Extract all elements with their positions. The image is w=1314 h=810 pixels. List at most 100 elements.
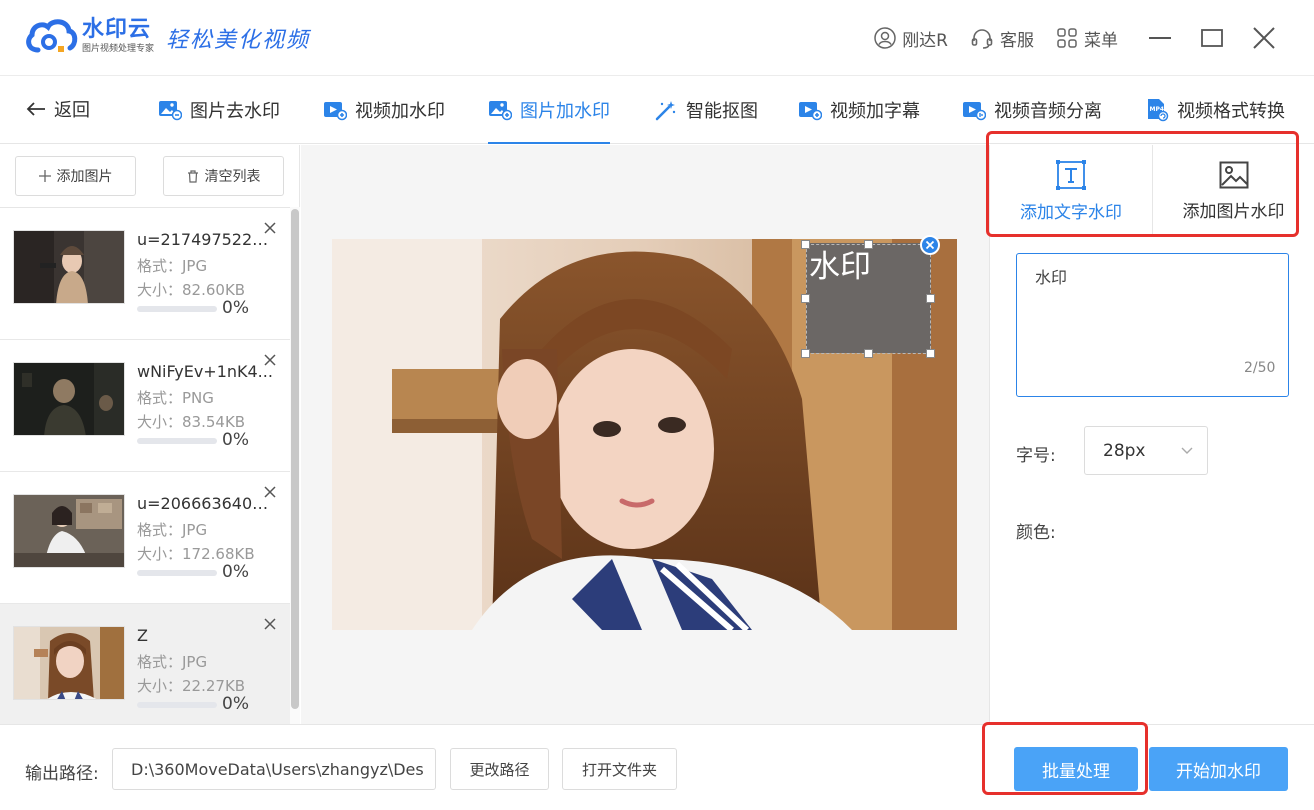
resize-handle[interactable] <box>801 240 810 249</box>
open-folder-button[interactable]: 打开文件夹 <box>562 748 677 790</box>
tab-label: 图片加水印 <box>520 101 610 122</box>
start-watermark-button[interactable]: 开始加水印 <box>1149 747 1288 791</box>
remove-file-icon[interactable] <box>262 352 278 368</box>
mp4-convert-icon: MP4 <box>1148 99 1169 122</box>
user-name: 刚达R <box>902 30 948 51</box>
output-path-field[interactable]: D:\360MoveData\Users\zhangyz\Des <box>112 748 436 790</box>
watermark-settings-panel: 添加文字水印 添加图片水印 水印 2/50 字号: 28px 颜色: <box>989 145 1314 724</box>
tab-video-format-convert[interactable]: MP4 视频格式转换 <box>1145 76 1285 144</box>
remove-file-icon[interactable] <box>262 484 278 500</box>
resize-handle[interactable] <box>926 294 935 303</box>
remove-file-icon[interactable] <box>262 616 278 632</box>
file-list-panel: 添加图片 清空列表 u=2174975220,... 格式：JPG 大小：82.… <box>0 145 300 724</box>
watermark-selection-box[interactable]: 水印 <box>806 244 931 354</box>
maximize-button[interactable] <box>1192 18 1232 58</box>
file-progress-bar <box>137 702 217 708</box>
customer-service-button[interactable]: 客服 <box>970 26 1034 51</box>
tab-image-add-watermark[interactable]: 图片加水印 <box>488 76 610 144</box>
tab-label: 添加图片水印 <box>1182 201 1285 222</box>
app-logo: 水印云 图片视频处理专家 <box>24 16 154 56</box>
file-list-item[interactable]: u=2066636407,... 格式：JPG 大小：172.68KB 0% <box>0 472 290 604</box>
menu-button[interactable]: 菜单 <box>1056 26 1118 51</box>
file-list-item[interactable]: wNiFyEv+1nK4... 格式：PNG 大小：83.54KB 0% <box>0 340 290 472</box>
file-thumbnail <box>13 494 125 568</box>
file-progress-label: 0% <box>222 694 249 714</box>
file-list-item[interactable]: u=2174975220,... 格式：JPG 大小：82.60KB 0% <box>0 208 290 340</box>
tab-video-audio-separate[interactable]: 视频音频分离 <box>962 76 1102 144</box>
preview-canvas: 水印 <box>301 145 989 724</box>
file-name: wNiFyEv+1nK4... <box>137 362 273 381</box>
magic-wand-icon <box>655 101 676 121</box>
tab-label: 视频加水印 <box>355 101 445 122</box>
color-label: 颜色: <box>1016 523 1056 543</box>
close-icon <box>925 240 935 250</box>
file-thumbnail <box>13 230 125 304</box>
file-format: 格式：JPG <box>137 257 208 275</box>
minimize-button[interactable] <box>1140 18 1180 58</box>
close-icon <box>1253 27 1275 49</box>
watermark-type-tabs: 添加文字水印 添加图片水印 <box>990 145 1314 237</box>
file-format: 格式：PNG <box>137 389 214 407</box>
cloud-logo-icon <box>26 19 78 53</box>
change-path-button[interactable]: 更改路径 <box>450 748 549 790</box>
grid-icon <box>1057 28 1077 48</box>
footer-bar: 输出路径: D:\360MoveData\Users\zhangyz\Des 更… <box>0 724 1314 810</box>
customer-service-label: 客服 <box>1000 30 1034 51</box>
file-name: Z <box>137 626 148 645</box>
resize-handle[interactable] <box>801 349 810 358</box>
tab-label: 添加文字水印 <box>1020 202 1122 223</box>
app-slogan: 轻松美化视频 <box>166 28 311 53</box>
resize-handle[interactable] <box>864 240 873 249</box>
add-image-button[interactable]: 添加图片 <box>15 156 136 196</box>
chevron-down-icon <box>1181 447 1193 454</box>
app-name: 水印云 <box>82 16 152 42</box>
file-list-scrollbar[interactable] <box>290 207 300 724</box>
video-subtitle-icon <box>799 102 822 121</box>
file-name: u=2174975220,... <box>137 230 277 249</box>
plus-icon <box>38 170 51 182</box>
maximize-icon <box>1201 29 1223 47</box>
user-account-button[interactable]: 刚达R <box>874 26 948 51</box>
arrow-left-icon <box>26 102 45 116</box>
resize-handle[interactable] <box>801 294 810 303</box>
tab-label: 视频音频分离 <box>994 101 1102 122</box>
file-size: 大小：83.54KB <box>137 413 246 431</box>
minimize-icon <box>1149 37 1171 39</box>
back-button[interactable]: 返回 <box>26 96 90 122</box>
tab-add-text-watermark[interactable]: 添加文字水印 <box>990 145 1152 237</box>
font-size-select[interactable]: 28px <box>1084 426 1208 475</box>
file-progress-label: 0% <box>222 430 249 450</box>
tab-video-add-subtitle[interactable]: 视频加字幕 <box>798 76 920 144</box>
clear-list-button[interactable]: 清空列表 <box>163 156 284 196</box>
file-list-item-selected[interactable]: Z 格式：JPG 大小：22.27KB 0% <box>0 604 290 724</box>
file-size: 大小：172.68KB <box>137 545 255 563</box>
tab-video-add-watermark[interactable]: 视频加水印 <box>323 76 445 144</box>
char-counter: 2/50 <box>1244 360 1276 376</box>
batch-process-button[interactable]: 批量处理 <box>1014 747 1138 791</box>
app-window: 水印云 图片视频处理专家 轻松美化视频 刚达R 客服 菜单 返回 图片去水印 视… <box>0 0 1314 810</box>
tab-smart-cutout[interactable]: 智能抠图 <box>654 76 758 144</box>
font-size-value: 28px <box>1103 440 1146 461</box>
delete-watermark-button[interactable] <box>920 235 940 255</box>
tab-add-image-watermark[interactable]: 添加图片水印 <box>1152 145 1314 237</box>
scrollbar-thumb[interactable] <box>291 209 299 709</box>
tool-navigation: 返回 图片去水印 视频加水印 图片加水印 智能抠图 视频加字幕 视频音频分离 M… <box>0 76 1314 144</box>
tab-image-remove-watermark[interactable]: 图片去水印 <box>158 76 280 144</box>
file-progress-label: 0% <box>222 298 249 318</box>
file-thumbnail <box>13 362 125 436</box>
file-name: u=2066636407,... <box>137 494 277 513</box>
add-image-label: 添加图片 <box>56 169 113 185</box>
file-progress-label: 0% <box>222 562 249 582</box>
close-window-button[interactable] <box>1244 18 1284 58</box>
output-path-label: 输出路径: <box>25 764 99 784</box>
watermark-text-preview: 水印 <box>809 249 871 285</box>
file-format: 格式：JPG <box>137 653 208 671</box>
file-format: 格式：JPG <box>137 521 208 539</box>
remove-file-icon[interactable] <box>262 220 278 236</box>
image-icon <box>1219 161 1248 188</box>
resize-handle[interactable] <box>864 349 873 358</box>
font-size-label: 字号: <box>1016 446 1056 466</box>
resize-handle[interactable] <box>926 349 935 358</box>
file-progress-bar <box>137 570 217 576</box>
file-progress-bar <box>137 306 217 312</box>
